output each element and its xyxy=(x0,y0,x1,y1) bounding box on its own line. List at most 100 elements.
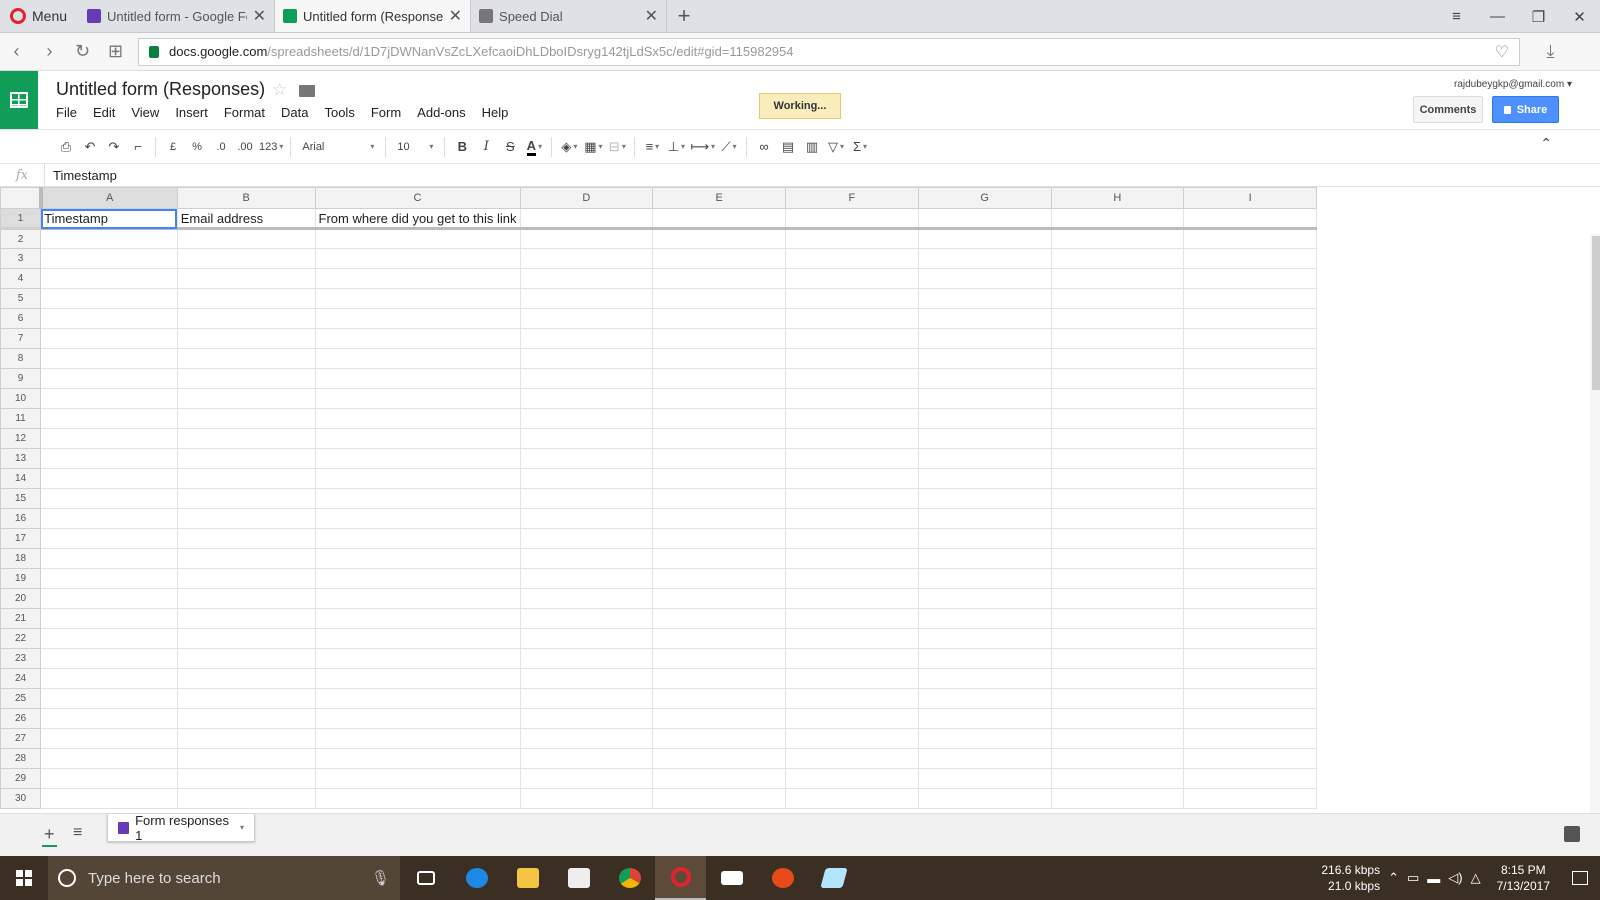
cell-i16[interactable] xyxy=(1183,508,1317,529)
cell-a27[interactable] xyxy=(40,728,178,749)
cell-i7[interactable] xyxy=(1183,328,1317,349)
comments-button[interactable]: Comments xyxy=(1413,96,1483,123)
cell-f14[interactable] xyxy=(785,468,919,489)
cell-c24[interactable] xyxy=(314,668,521,689)
cell-d12[interactable] xyxy=(519,428,654,449)
cell-c1[interactable]: From where did you get to this link xyxy=(314,208,521,230)
cell-d13[interactable] xyxy=(519,448,654,469)
font-family-select[interactable]: Arial ▾ xyxy=(296,135,380,159)
chrome-app[interactable] xyxy=(604,856,655,900)
column-header[interactable]: H xyxy=(1050,187,1185,209)
cell-f7[interactable] xyxy=(785,328,919,349)
cell-e24[interactable] xyxy=(652,668,787,689)
close-window-icon[interactable]: ✕ xyxy=(1559,0,1600,33)
cell-d24[interactable] xyxy=(519,668,654,689)
cell-e2[interactable] xyxy=(652,228,787,249)
print-icon[interactable]: ⎙ xyxy=(54,135,78,159)
cell-e25[interactable] xyxy=(652,688,787,709)
cell-c17[interactable] xyxy=(314,528,521,549)
cell-e26[interactable] xyxy=(652,708,787,729)
row-header[interactable]: 6 xyxy=(0,308,42,329)
cell-f29[interactable] xyxy=(785,768,919,789)
chevron-up-icon[interactable]: ⌃ xyxy=(1388,870,1399,886)
back-icon[interactable]: ‹ xyxy=(0,41,33,62)
cell-b1[interactable]: Email address xyxy=(176,208,316,230)
mail-app[interactable] xyxy=(706,856,757,900)
cell-h24[interactable] xyxy=(1050,668,1185,689)
cell-a12[interactable] xyxy=(40,428,178,449)
cell-g14[interactable] xyxy=(917,468,1052,489)
restore-icon[interactable]: ❐ xyxy=(1518,0,1559,33)
cell-b9[interactable] xyxy=(176,368,316,389)
text-color-button[interactable]: A ▾ xyxy=(522,135,546,159)
cell-f4[interactable] xyxy=(785,268,919,289)
cell-c19[interactable] xyxy=(314,568,521,589)
cell-c21[interactable] xyxy=(314,608,521,629)
vertical-align-icon[interactable]: ⊥ ▾ xyxy=(664,135,688,159)
cell-b18[interactable] xyxy=(176,548,316,569)
cell-g2[interactable] xyxy=(917,228,1052,249)
cell-e15[interactable] xyxy=(652,488,787,509)
cell-d30[interactable] xyxy=(519,788,654,809)
cell-i20[interactable] xyxy=(1183,588,1317,609)
m-app[interactable] xyxy=(757,856,808,900)
cell-b23[interactable] xyxy=(176,648,316,669)
cell-d17[interactable] xyxy=(519,528,654,549)
cell-a17[interactable] xyxy=(40,528,178,549)
cell-c5[interactable] xyxy=(314,288,521,309)
volume-icon[interactable]: ◁) xyxy=(1448,870,1462,886)
row-header[interactable]: 16 xyxy=(0,508,42,529)
cell-g22[interactable] xyxy=(917,628,1052,649)
cell-f24[interactable] xyxy=(785,668,919,689)
cell-c2[interactable] xyxy=(314,228,521,249)
cell-h9[interactable] xyxy=(1050,368,1185,389)
cell-b14[interactable] xyxy=(176,468,316,489)
row-header[interactable]: 4 xyxy=(0,268,42,289)
tab-speed-dial[interactable]: Speed Dial ✕ xyxy=(471,0,668,32)
menu-edit[interactable]: Edit xyxy=(85,105,123,120)
cell-c26[interactable] xyxy=(314,708,521,729)
tab-menu-icon[interactable]: ≡ xyxy=(1436,0,1477,33)
menu-form[interactable]: Form xyxy=(363,105,409,120)
cell-c4[interactable] xyxy=(314,268,521,289)
row-header[interactable]: 17 xyxy=(0,528,42,549)
minimize-icon[interactable]: — xyxy=(1477,0,1518,33)
chevron-down-icon[interactable]: ▾ xyxy=(240,823,244,832)
cell-c13[interactable] xyxy=(314,448,521,469)
cell-h27[interactable] xyxy=(1050,728,1185,749)
cell-a22[interactable] xyxy=(40,628,178,649)
cell-a5[interactable] xyxy=(40,288,178,309)
column-header[interactable]: E xyxy=(652,187,787,209)
row-header[interactable]: 12 xyxy=(0,428,42,449)
cell-i3[interactable] xyxy=(1183,248,1317,269)
cell-i14[interactable] xyxy=(1183,468,1317,489)
percent-format-button[interactable]: % xyxy=(185,135,209,159)
cell-g4[interactable] xyxy=(917,268,1052,289)
cell-f2[interactable] xyxy=(785,228,919,249)
cell-g29[interactable] xyxy=(917,768,1052,789)
download-icon[interactable]: ⤓ xyxy=(1534,41,1567,62)
cell-a21[interactable] xyxy=(40,608,178,629)
cell-d3[interactable] xyxy=(519,248,654,269)
cell-g19[interactable] xyxy=(917,568,1052,589)
cell-f27[interactable] xyxy=(785,728,919,749)
cell-i10[interactable] xyxy=(1183,388,1317,409)
cell-d10[interactable] xyxy=(519,388,654,409)
cell-b10[interactable] xyxy=(176,388,316,409)
font-size-select[interactable]: 10 ▾ xyxy=(391,135,439,159)
cell-b19[interactable] xyxy=(176,568,316,589)
cell-b2[interactable] xyxy=(176,228,316,249)
cell-h4[interactable] xyxy=(1050,268,1185,289)
menu-file[interactable]: File xyxy=(48,105,85,120)
cell-a28[interactable] xyxy=(40,748,178,769)
cell-h1[interactable] xyxy=(1050,208,1185,230)
cell-d9[interactable] xyxy=(519,368,654,389)
cell-i29[interactable] xyxy=(1183,768,1317,789)
cell-i17[interactable] xyxy=(1183,528,1317,549)
cell-i23[interactable] xyxy=(1183,648,1317,669)
cell-i11[interactable] xyxy=(1183,408,1317,429)
fill-color-icon[interactable]: ◈ ▾ xyxy=(557,135,581,159)
cell-e11[interactable] xyxy=(652,408,787,429)
cell-b28[interactable] xyxy=(176,748,316,769)
row-header[interactable]: 1 xyxy=(0,208,42,230)
